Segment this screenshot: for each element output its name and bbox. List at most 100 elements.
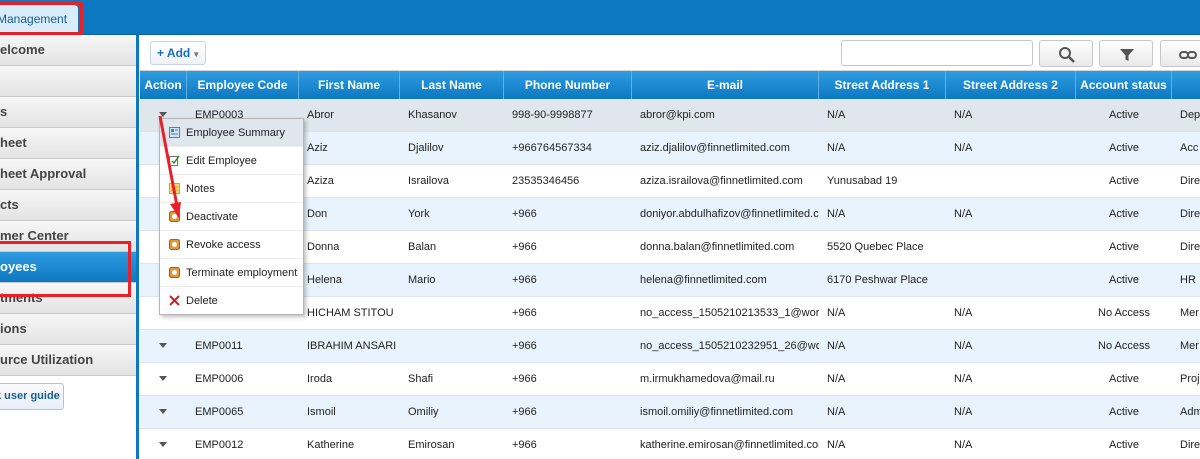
cell-addr1: N/A [827, 208, 846, 220]
user-guide-button[interactable]: k user guide [0, 383, 64, 410]
cell-first: Donna [307, 241, 340, 253]
cell-addr1: 5520 Quebec Place [827, 241, 924, 253]
table-row[interactable]: EMP0065 Ismoil Omiliy +966 ismoil.omiliy@fin… [140, 396, 1200, 429]
sidebar-item-s[interactable]: s [0, 97, 136, 128]
cell-addr2 [946, 231, 1076, 264]
cell-email: no_access_1505210232951_26@wo [640, 340, 819, 352]
cell-email: m.irmukhamedova@mail.ru [640, 373, 775, 385]
cell-phone: +966764567334 [512, 142, 592, 154]
col-header-first-name[interactable]: First Name [299, 71, 400, 99]
search-input[interactable] [841, 40, 1033, 66]
cell-addr1: N/A [827, 340, 846, 352]
sidebar-item-label: cts [0, 197, 19, 212]
cell-status: Active [1109, 109, 1139, 121]
cell-status: Active [1109, 406, 1139, 418]
sidebar-item-customer-center[interactable]: mer Center [0, 221, 136, 252]
cell-extra: Acc [1180, 142, 1199, 154]
cell-last: Mario [408, 274, 436, 286]
row-action-chevron-icon[interactable] [159, 343, 167, 348]
cell-extra: Mer [1180, 340, 1199, 352]
cell-last: Djalilov [408, 142, 444, 154]
sidebar-item-blank[interactable] [0, 66, 136, 97]
menu-item-delete[interactable]: Delete [160, 287, 303, 315]
cell-phone: +966 [512, 208, 537, 220]
cell-email: doniyor.abdulhafizov@finnetlimited.co [640, 208, 819, 220]
cell-extra: Dire [1180, 175, 1200, 187]
sidebar-item-positions[interactable]: ions [0, 314, 136, 345]
filter-button[interactable] [1099, 40, 1153, 67]
cell-email: no_access_1505210213533_1@work [640, 307, 819, 319]
cell-first: Don [307, 208, 328, 220]
cell-last [400, 330, 504, 363]
sidebar-splitter[interactable] [136, 35, 139, 459]
col-header-phone-number[interactable]: Phone Number [504, 71, 632, 99]
cell-extra: Dep [1180, 109, 1200, 121]
cell-extra: Dire [1180, 208, 1200, 220]
table-row[interactable]: EMP0012 Katherine Emirosan +966 katherine.em… [140, 429, 1200, 459]
edit-icon [169, 155, 180, 166]
col-header-email[interactable]: E-mail [632, 71, 819, 99]
link-button[interactable] [1160, 40, 1200, 67]
sidebar-item-projects[interactable]: cts [0, 190, 136, 221]
table-row[interactable]: EMP0006 Iroda Shafi +966 m.irmukhamedova@mai… [140, 363, 1200, 396]
row-action-chevron-icon[interactable] [159, 442, 167, 447]
cell-email: abror@kpi.com [640, 109, 715, 121]
col-header-employee-code[interactable]: Employee Code [187, 71, 299, 99]
sidebar-item-employees[interactable]: oyees [0, 252, 136, 283]
cell-status: Active [1109, 142, 1139, 154]
cell-addr2: N/A [954, 340, 973, 352]
row-action-chevron-icon[interactable] [159, 376, 167, 381]
tab-management[interactable]: Management [0, 5, 78, 34]
cell-status: Active [1109, 175, 1139, 187]
link-icon [1179, 51, 1197, 59]
cell-extra: Dire [1180, 241, 1200, 253]
menu-item-label: Deactivate [186, 211, 238, 223]
menu-item-label: Terminate employment [186, 267, 298, 279]
menu-item-employee-summary[interactable]: Employee Summary [160, 119, 303, 147]
col-header-street-address-1[interactable]: Street Address 1 [819, 71, 946, 99]
cell-status: Active [1109, 373, 1139, 385]
cell-last: Shafi [408, 373, 434, 385]
cell-addr1: N/A [827, 373, 846, 385]
sidebar-item-resource-utilization[interactable]: urce Utilization [0, 345, 136, 376]
row-action-chevron-icon[interactable] [159, 409, 167, 414]
cell-extra: Proj [1180, 373, 1200, 385]
col-header-account-status[interactable]: Account status [1076, 71, 1172, 99]
menu-item-notes[interactable]: Notes [160, 175, 303, 203]
cell-status: Active [1109, 439, 1139, 451]
action-context-menu: Employee Summary Edit Employee Notes Dea… [159, 118, 304, 315]
col-header-extra[interactable] [1172, 71, 1200, 99]
sidebar-item-label: oyees [0, 259, 37, 274]
menu-item-revoke-access[interactable]: Revoke access [160, 231, 303, 259]
menu-item-edit-employee[interactable]: Edit Employee [160, 147, 303, 175]
sidebar-item-departments[interactable]: tments [0, 283, 136, 314]
cell-first: Katherine [307, 439, 355, 451]
cell-email: aziz.djalilov@finnetlimited.com [640, 142, 790, 154]
cell-email: donna.balan@finnetlimited.com [640, 241, 795, 253]
col-header-last-name[interactable]: Last Name [400, 71, 504, 99]
sidebar-item-label: urce Utilization [0, 352, 94, 367]
cell-phone: +966 [512, 340, 537, 352]
sidebar-item-welcome[interactable]: elcome [0, 35, 136, 66]
sidebar-item-label: mer Center [0, 228, 69, 243]
cell-addr2: N/A [954, 142, 973, 154]
cell-email: aziza.israilova@finnetlimited.com [640, 175, 803, 187]
search-icon [1059, 47, 1075, 63]
col-header-street-address-2[interactable]: Street Address 2 [946, 71, 1076, 99]
add-button[interactable]: + Add ▼ [150, 41, 206, 65]
sidebar-item-label: s [0, 104, 8, 119]
cell-phone: 998-90-9998877 [512, 109, 593, 121]
search-button[interactable] [1039, 40, 1093, 67]
cell-last: Omiliy [408, 406, 439, 418]
sidebar-item-timesheet[interactable]: heet [0, 128, 136, 159]
row-action-chevron-icon[interactable] [159, 112, 167, 117]
table-row[interactable]: EMP0011 IBRAHIM ANSARI +966 no_access_15052… [140, 330, 1200, 363]
sidebar-item-timesheet-approval[interactable]: heet Approval [0, 159, 136, 190]
cell-first: Abror [307, 109, 334, 121]
menu-item-deactivate[interactable]: Deactivate [160, 203, 303, 231]
cell-status: No Access [1098, 340, 1150, 352]
menu-item-terminate-employment[interactable]: Terminate employment [160, 259, 303, 287]
col-header-action[interactable]: Action [140, 71, 187, 99]
cell-addr1: N/A [827, 109, 846, 121]
cell-code: EMP0011 [195, 340, 243, 352]
